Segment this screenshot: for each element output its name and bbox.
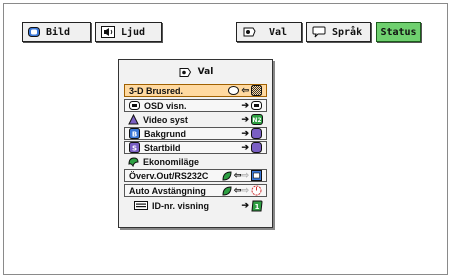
tab-bild[interactable]: Bild	[22, 22, 91, 42]
arrow-right-icon: ➔	[241, 200, 249, 210]
number-one-badge-icon: 1	[251, 200, 263, 211]
toggle-arrow-icon: ⇦	[241, 85, 249, 95]
menu-item-label: Ekonomiläge	[143, 156, 200, 167]
menu-item-auto-power-off[interactable]: Auto Avstängning ⇦⇨	[124, 184, 267, 197]
menu-item-label: OSD visn.	[144, 100, 187, 111]
tab-sprak[interactable]: Språk	[306, 22, 371, 42]
svg-text:B: B	[132, 131, 137, 139]
tab-bild-label: Bild	[46, 26, 71, 38]
menu-item-monitor-out-rs232c[interactable]: Överv.Out/RS232C ⇦⇨	[124, 169, 267, 182]
options-icon	[243, 27, 256, 37]
tab-val-label: Val	[269, 26, 288, 38]
svg-text:1: 1	[255, 203, 260, 211]
svg-text:S: S	[132, 145, 137, 153]
item-state: ➔	[241, 100, 262, 111]
arrow-right-icon: ➔	[241, 114, 249, 124]
item-state: ➔ 1	[241, 200, 263, 212]
id-card-icon	[134, 200, 148, 211]
monitor-out-icon	[251, 170, 262, 181]
item-state: ⇦	[228, 85, 262, 96]
menu-item-video-system[interactable]: Video syst ➔ N2	[124, 113, 267, 126]
arrow-right-icon: ➔	[241, 142, 249, 152]
item-state: ➔	[241, 128, 262, 139]
toggle-arrow-icon: ⇦⇨	[233, 170, 249, 180]
tab-ljud-label: Ljud	[121, 26, 146, 38]
leaf-icon	[222, 170, 232, 181]
item-state: ➔ N2	[241, 114, 263, 125]
power-off-icon	[251, 185, 262, 196]
menu-item-label: ID-nr. visning	[152, 200, 210, 211]
osd-icon	[129, 100, 140, 111]
item-state: ⇦⇨	[222, 170, 262, 181]
arrow-right-icon: ➔	[241, 100, 249, 110]
menu-item-startup-image[interactable]: S Startbild ➔	[124, 141, 267, 154]
menu-item-label: 3-D Brusred.	[129, 85, 184, 96]
background-b-icon: B	[129, 128, 140, 139]
menu-item-label: Video syst	[143, 114, 188, 125]
video-system-icon	[128, 114, 139, 125]
menu-item-label: Auto Avstängning	[129, 185, 206, 196]
menu-item-label: Bakgrund	[144, 128, 187, 139]
menu-item-3d-noise-reduction[interactable]: 3-D Brusred. ⇦	[124, 84, 267, 97]
picture-icon	[28, 27, 40, 37]
rounded-square-icon	[251, 142, 262, 153]
tab-status[interactable]: Status	[376, 22, 421, 42]
tab-sprak-label: Språk	[332, 26, 363, 38]
options-icon	[179, 67, 191, 77]
menu-item-label: Startbild	[144, 142, 181, 153]
tab-val[interactable]: Val	[236, 22, 302, 42]
toggle-arrow-icon: ⇦⇨	[233, 185, 249, 195]
svg-text:N2: N2	[252, 117, 261, 124]
eco-leaf-icon	[128, 156, 139, 167]
options-menu-panel: Val 3-D Brusred. ⇦ OSD visn. ➔ Video sys…	[118, 59, 273, 228]
menu-item-economy-mode[interactable]: Ekonomiläge	[124, 155, 267, 168]
menu-item-label: Överv.Out/RS232C	[129, 170, 209, 181]
n2-badge-icon: N2	[251, 114, 263, 125]
menu-item-id-number-display[interactable]: ID-nr. visning ➔ 1	[124, 199, 267, 212]
item-state: ➔	[241, 142, 262, 153]
tab-ljud[interactable]: Ljud	[95, 22, 162, 42]
panel-title-label: Val	[197, 67, 214, 77]
oval-off-icon	[228, 86, 240, 95]
leaf-icon	[222, 185, 232, 196]
panel-title: Val	[119, 65, 272, 79]
checker-pattern-icon	[251, 85, 262, 96]
item-state: ⇦⇨	[222, 185, 262, 196]
tab-status-label: Status	[380, 26, 417, 38]
arrow-right-icon: ➔	[241, 128, 249, 138]
startbild-s-icon: S	[129, 142, 140, 153]
menu-item-osd-display[interactable]: OSD visn. ➔	[124, 99, 267, 112]
rounded-square-icon	[251, 128, 262, 139]
menu-item-background[interactable]: B Bakgrund ➔	[124, 127, 267, 140]
speech-bubble-icon	[312, 26, 326, 38]
osd-state-icon	[251, 101, 262, 110]
speaker-icon	[101, 26, 115, 38]
